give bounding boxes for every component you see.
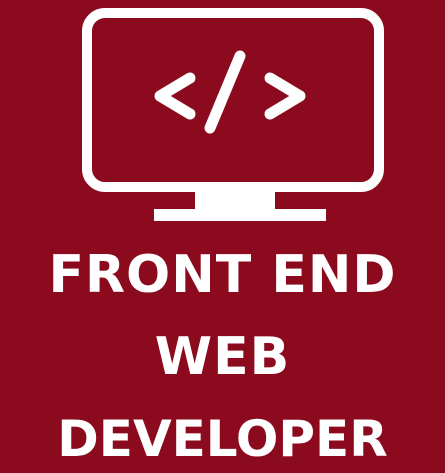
title-line-front-end: FRONT END	[48, 245, 397, 305]
code-slash	[204, 50, 246, 134]
monitor-neck	[195, 190, 275, 210]
monitor-screen	[82, 8, 384, 192]
code-right-chevron	[264, 72, 306, 120]
title-line-developer: DEVELOPER	[57, 410, 388, 468]
code-left-chevron	[154, 72, 196, 120]
monitor-base	[154, 209, 326, 221]
monitor-code-icon	[82, 8, 384, 221]
title-line-web: WEB	[154, 327, 291, 387]
front-end-logo: FRONT END WEB DEVELOPER	[0, 0, 445, 473]
